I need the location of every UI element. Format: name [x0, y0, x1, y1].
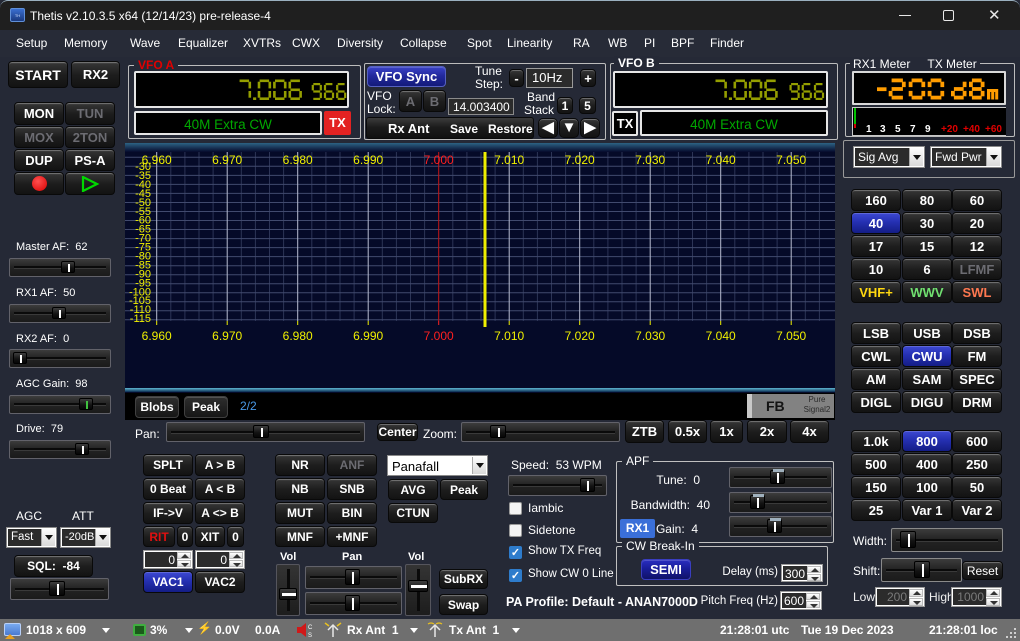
svg-text:7.050: 7.050	[776, 329, 806, 343]
svg-text:7.010: 7.010	[494, 329, 524, 343]
svg-text:6.970: 6.970	[212, 329, 242, 343]
svg-text:-115: -115	[130, 313, 151, 325]
svg-text:6.990: 6.990	[353, 329, 383, 343]
svg-text:6.980: 6.980	[283, 329, 313, 343]
svg-text:6.970: 6.970	[212, 153, 242, 167]
svg-text:6.980: 6.980	[283, 153, 313, 167]
svg-text:C: C	[308, 625, 313, 631]
svg-text:6.960: 6.960	[142, 329, 172, 343]
svg-text:7.030: 7.030	[635, 329, 665, 343]
svg-text:7.020: 7.020	[565, 329, 595, 343]
svg-text:7.050: 7.050	[776, 153, 806, 167]
svg-text:7.040: 7.040	[706, 329, 736, 343]
svg-text:7.000: 7.000	[424, 329, 454, 343]
svg-text:6.990: 6.990	[353, 153, 383, 167]
svg-text:7.010: 7.010	[494, 153, 524, 167]
svg-text:7.000: 7.000	[424, 153, 454, 167]
svg-text:S: S	[308, 633, 312, 638]
svg-text:7.020: 7.020	[565, 153, 595, 167]
svg-text:7.030: 7.030	[635, 153, 665, 167]
svg-text:7.040: 7.040	[706, 153, 736, 167]
